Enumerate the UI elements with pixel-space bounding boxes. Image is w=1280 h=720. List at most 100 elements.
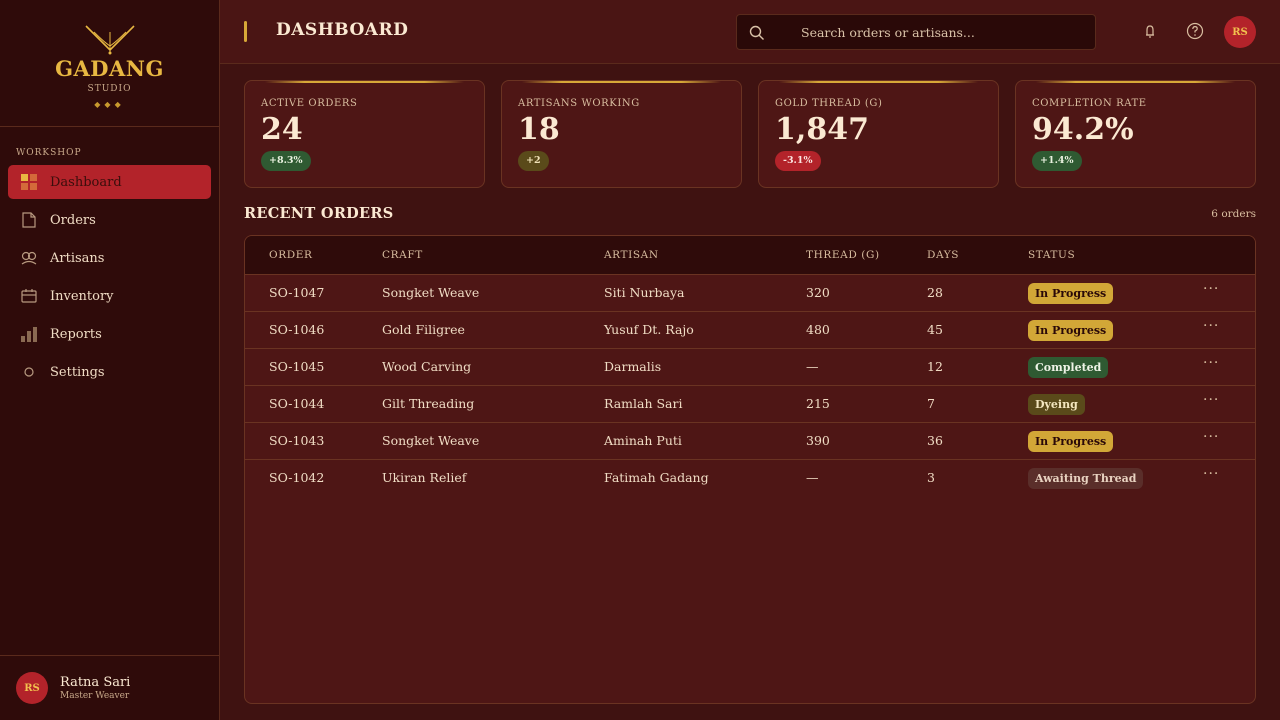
- column-header-days[interactable]: DAYS: [927, 249, 959, 261]
- more-options-icon[interactable]: ···: [1203, 429, 1219, 445]
- craft: Gold Filigree: [382, 322, 465, 337]
- order-id: SO-1042: [269, 470, 325, 485]
- sidebar-item-artisans[interactable]: Artisans: [8, 241, 211, 275]
- status-badge: In Progress: [1028, 431, 1114, 452]
- box-icon: [20, 287, 38, 305]
- table-row[interactable]: SO-1043 Songket Weave Aminah Puti 390 36 In P…: [245, 423, 1255, 460]
- table-row[interactable]: SO-1042 Ukiran Relief Fatimah Gadang — 3 Awai…: [245, 460, 1255, 497]
- table-row[interactable]: SO-1044 Gilt Threading Ramlah Sari 215 7 Dyei…: [245, 386, 1255, 423]
- title-accent-bar: [244, 21, 247, 42]
- avatar: RS: [16, 672, 48, 704]
- sidebar-item-inventory[interactable]: Inventory: [8, 279, 211, 313]
- table-row[interactable]: SO-1046 Gold Filigree Yusuf Dt. Rajo 480 45 I…: [245, 312, 1255, 349]
- stat-delta-badge: +2: [518, 151, 549, 171]
- section-title: RECENT ORDERS: [244, 205, 394, 222]
- column-header-order[interactable]: ORDER: [269, 249, 313, 261]
- bar-chart-icon: [20, 325, 38, 343]
- stat-delta-badge: +1.4%: [1032, 151, 1082, 171]
- stat-label: GOLD THREAD (G): [775, 98, 883, 109]
- sidebar-item-label: Settings: [50, 364, 105, 380]
- artisan: Darmalis: [604, 359, 662, 374]
- stat-value: 24: [261, 112, 303, 147]
- bell-icon[interactable]: [1140, 22, 1160, 42]
- stat-label: COMPLETION RATE: [1032, 98, 1147, 109]
- sidebar-item-dashboard[interactable]: Dashboard: [8, 165, 211, 199]
- dashboard-icon: [20, 173, 38, 191]
- table-header: ORDER CRAFT ARTISAN THREAD (G) DAYS STAT…: [245, 236, 1255, 275]
- thread-grams: 320: [806, 285, 830, 300]
- craft: Wood Carving: [382, 359, 472, 374]
- stat-label: ARTISANS WORKING: [518, 98, 640, 109]
- user-role: Master Weaver: [60, 691, 130, 701]
- artisan: Siti Nurbaya: [604, 285, 685, 300]
- help-icon[interactable]: [1185, 21, 1205, 41]
- column-header-artisan[interactable]: ARTISAN: [604, 249, 659, 261]
- more-options-icon[interactable]: ···: [1203, 355, 1219, 371]
- thread-grams: 390: [806, 433, 830, 448]
- sidebar-item-label: Reports: [50, 326, 102, 342]
- sidebar-item-label: Dashboard: [50, 174, 122, 190]
- status-badge: In Progress: [1028, 320, 1114, 341]
- craft: Ukiran Relief: [382, 470, 467, 485]
- search-icon: [749, 25, 764, 40]
- gadang-roof-logo-icon: [84, 25, 135, 55]
- thread-grams: 215: [806, 396, 830, 411]
- sidebar-nav: Dashboard Orders Artisans Inventory Repo…: [0, 165, 219, 389]
- sidebar-item-label: Artisans: [50, 250, 105, 266]
- document-icon: [20, 211, 38, 229]
- days: 7: [927, 396, 935, 411]
- header-avatar[interactable]: RS: [1224, 16, 1256, 48]
- orders-table: ORDER CRAFT ARTISAN THREAD (G) DAYS STAT…: [244, 235, 1256, 704]
- more-options-icon[interactable]: ···: [1203, 281, 1219, 297]
- sidebar-item-reports[interactable]: Reports: [8, 317, 211, 351]
- page-title: DASHBOARD: [276, 20, 409, 40]
- days: 28: [927, 285, 943, 300]
- order-id: SO-1043: [269, 433, 325, 448]
- stat-label: ACTIVE ORDERS: [261, 98, 358, 109]
- artisan: Aminah Puti: [604, 433, 682, 448]
- column-header-status[interactable]: STATUS: [1028, 249, 1075, 261]
- top-header: DASHBOARD RS: [220, 0, 1280, 64]
- sidebar-item-settings[interactable]: Settings: [8, 355, 211, 389]
- user-name: Ratna Sari: [60, 675, 131, 690]
- user-profile[interactable]: RS Ratna Sari Master Weaver: [0, 655, 220, 720]
- table-row[interactable]: SO-1045 Wood Carving Darmalis — 12 Completed ·…: [245, 349, 1255, 386]
- thread-grams: —: [806, 359, 819, 374]
- search-box[interactable]: [736, 14, 1096, 50]
- search-input[interactable]: [801, 15, 1081, 49]
- stat-card-gold-thread: GOLD THREAD (G) 1,847 -3.1%: [758, 80, 999, 188]
- days: 3: [927, 470, 935, 485]
- order-id: SO-1045: [269, 359, 325, 374]
- status-badge: Completed: [1028, 357, 1109, 378]
- craft: Songket Weave: [382, 285, 480, 300]
- stat-delta-badge: -3.1%: [775, 151, 821, 171]
- more-options-icon[interactable]: ···: [1203, 318, 1219, 334]
- stat-card-artisans-working: ARTISANS WORKING 18 +2: [501, 80, 742, 188]
- brand-name: GADANG: [55, 56, 164, 81]
- column-header-craft[interactable]: CRAFT: [382, 249, 423, 261]
- sidebar: GADANG STUDIO ◆◆◆ WORKSHOP Dashboard Ord…: [0, 0, 220, 720]
- days: 45: [927, 322, 943, 337]
- days: 12: [927, 359, 943, 374]
- table-row[interactable]: SO-1047 Songket Weave Siti Nurbaya 320 28 In …: [245, 275, 1255, 312]
- craft: Gilt Threading: [382, 396, 475, 411]
- more-options-icon[interactable]: ···: [1203, 392, 1219, 408]
- thread-grams: 480: [806, 322, 830, 337]
- stat-card-active-orders: ACTIVE ORDERS 24 +8.3%: [244, 80, 485, 188]
- stat-value: 18: [518, 112, 560, 147]
- brand: GADANG STUDIO ◆◆◆: [0, 0, 219, 127]
- sidebar-item-orders[interactable]: Orders: [8, 203, 211, 237]
- status-badge: Awaiting Thread: [1028, 468, 1144, 489]
- artisan: Fatimah Gadang: [604, 470, 709, 485]
- gear-icon: [20, 363, 38, 381]
- status-badge: In Progress: [1028, 283, 1114, 304]
- status-badge: Dyeing: [1028, 394, 1085, 415]
- order-id: SO-1046: [269, 322, 325, 337]
- sidebar-item-label: Orders: [50, 212, 96, 228]
- stat-value: 1,847: [775, 112, 869, 147]
- stat-value: 94.2%: [1032, 112, 1134, 147]
- column-header-thread[interactable]: THREAD (G): [806, 249, 880, 261]
- thread-grams: —: [806, 470, 819, 485]
- more-options-icon[interactable]: ···: [1203, 466, 1219, 482]
- stat-delta-badge: +8.3%: [261, 151, 311, 171]
